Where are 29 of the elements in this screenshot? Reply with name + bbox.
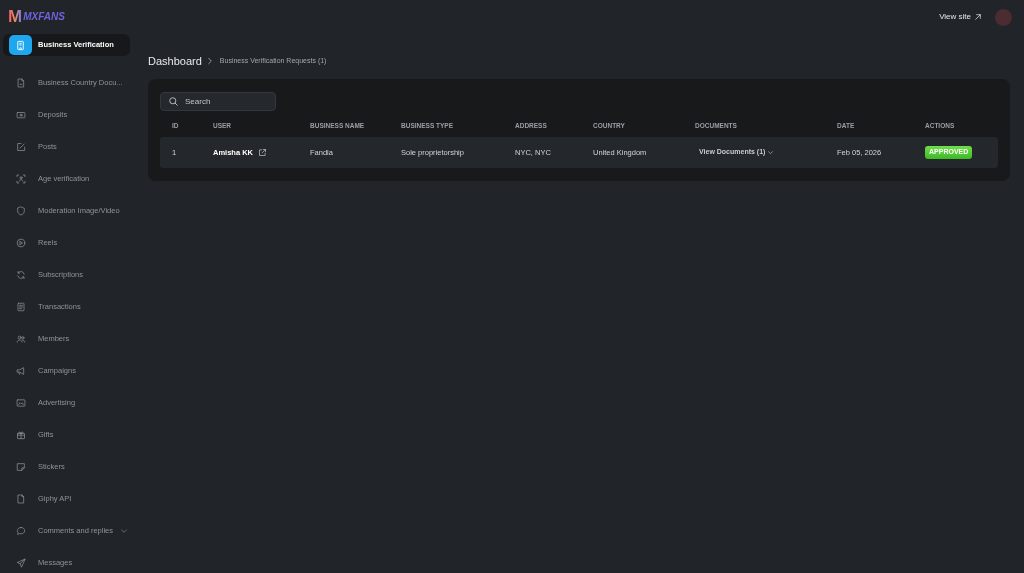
logo-text: MXFANS bbox=[23, 11, 65, 22]
building-tile-icon bbox=[9, 35, 32, 55]
chevron-right-icon bbox=[205, 57, 214, 65]
cash-icon bbox=[16, 110, 26, 120]
breadcrumb-link[interactable]: Dashboard bbox=[148, 52, 202, 70]
megaphone-icon bbox=[16, 366, 26, 376]
send-icon bbox=[16, 558, 26, 568]
arrow-up-right-icon bbox=[974, 13, 982, 21]
edit-icon bbox=[16, 142, 26, 152]
view-site-link[interactable]: View site bbox=[939, 11, 982, 23]
logo-mark: M bbox=[8, 8, 23, 25]
person-frame-icon bbox=[16, 174, 26, 184]
search-icon bbox=[169, 97, 178, 106]
people-icon bbox=[16, 334, 26, 344]
shield-icon bbox=[16, 206, 26, 216]
chevron-down-icon bbox=[767, 149, 775, 156]
file-icon bbox=[16, 494, 26, 504]
gift-icon bbox=[16, 430, 26, 440]
receipt-icon bbox=[16, 302, 26, 312]
refresh-icon bbox=[16, 270, 26, 280]
document-icon bbox=[16, 78, 26, 88]
image-frame-icon bbox=[16, 398, 26, 408]
search-field[interactable]: Search bbox=[160, 92, 276, 111]
avatar[interactable] bbox=[995, 8, 1012, 26]
chevron-down-icon bbox=[120, 527, 129, 535]
play-icon bbox=[16, 238, 26, 248]
sticker-icon bbox=[16, 462, 26, 472]
external-link-icon bbox=[258, 148, 267, 157]
chat-bubble-icon bbox=[16, 526, 26, 536]
